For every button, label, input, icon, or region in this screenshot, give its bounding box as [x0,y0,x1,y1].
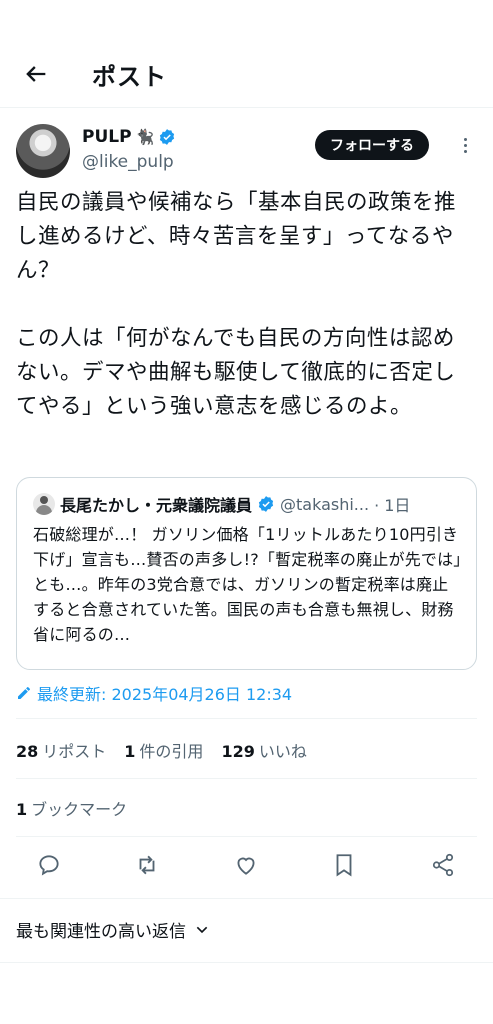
top-bar: ポスト [0,40,493,108]
bookmarks-label: ブックマーク [31,800,128,819]
share-icon[interactable] [430,852,456,878]
more-options-icon[interactable] [462,138,468,156]
bookmark-icon[interactable] [331,852,357,878]
divider [0,962,493,963]
avatar[interactable] [16,124,70,178]
author-name-row: PULP 🐈‍⬛ [82,127,176,147]
quotes-label: 件の引用 [139,742,204,761]
bookmarks-stat[interactable]: 1 ブックマーク [16,796,127,820]
likes-label: いいね [258,742,307,761]
last-edited-label: 最終更新: 2025年04月26日 12:34 [37,685,293,704]
follow-button[interactable]: フォローする [315,130,429,160]
quoted-post-header: 長尾たかし・元衆議院議員 @takashi... · 1日 [33,492,463,516]
reposts-label: リポスト [42,742,107,761]
pencil-icon [18,687,30,699]
author-name[interactable]: PULP [82,127,132,147]
verified-badge-icon [258,496,274,512]
reply-sort-dropdown[interactable]: 最も関連性の高い返信 [16,917,210,942]
chevron-down-icon [196,926,208,933]
quoted-avatar [33,493,55,515]
like-icon[interactable] [233,852,259,878]
post-text: 自民の議員や候補なら「基本自民の政策を推し進めるけど、時々苦言を呈す」ってなるや… [16,190,457,419]
back-arrow-icon[interactable] [22,60,50,88]
quoted-post-time: · 1日 [374,496,411,515]
quoted-post[interactable]: 長尾たかし・元衆議院議員 @takashi... · 1日 石破総理が…！ ガソ… [16,477,477,670]
quotes-count: 1 [124,742,136,761]
repost-icon[interactable] [134,852,160,878]
divider [16,718,477,719]
reply-icon[interactable] [36,852,62,878]
quoted-author-handle: @takashi... [280,494,370,514]
post-author: PULP 🐈‍⬛ @like_pulp フォローする [16,124,477,180]
quotes-stat[interactable]: 1 件の引用 [124,738,203,762]
divider [16,778,477,779]
quoted-post-text: 石破総理が…！ ガソリン価格「1リットルあたり10円引き下げ」宣言も…賛否の声多… [33,525,462,644]
reposts-count: 28 [16,742,39,761]
reposts-stat[interactable]: 28 リポスト [16,738,106,762]
reply-sort-label: 最も関連性の高い返信 [16,922,186,942]
author-handle[interactable]: @like_pulp [82,152,174,172]
divider [16,836,477,837]
quoted-author-name: 長尾たかし・元衆議院議員 [60,496,253,515]
likes-stat[interactable]: 129 いいね [221,738,306,762]
likes-count: 129 [221,742,255,761]
last-edited-link[interactable]: 最終更新: 2025年04月26日 12:34 [16,681,292,705]
cat-emoji: 🐈‍⬛ [135,128,155,146]
verified-badge-icon [160,129,175,145]
divider [0,898,493,899]
action-bar [16,850,477,884]
page-title: ポスト [92,63,167,91]
bookmarks-count: 1 [16,800,28,819]
post-stats: 28 リポスト 1 件の引用 129 いいね [16,738,307,762]
